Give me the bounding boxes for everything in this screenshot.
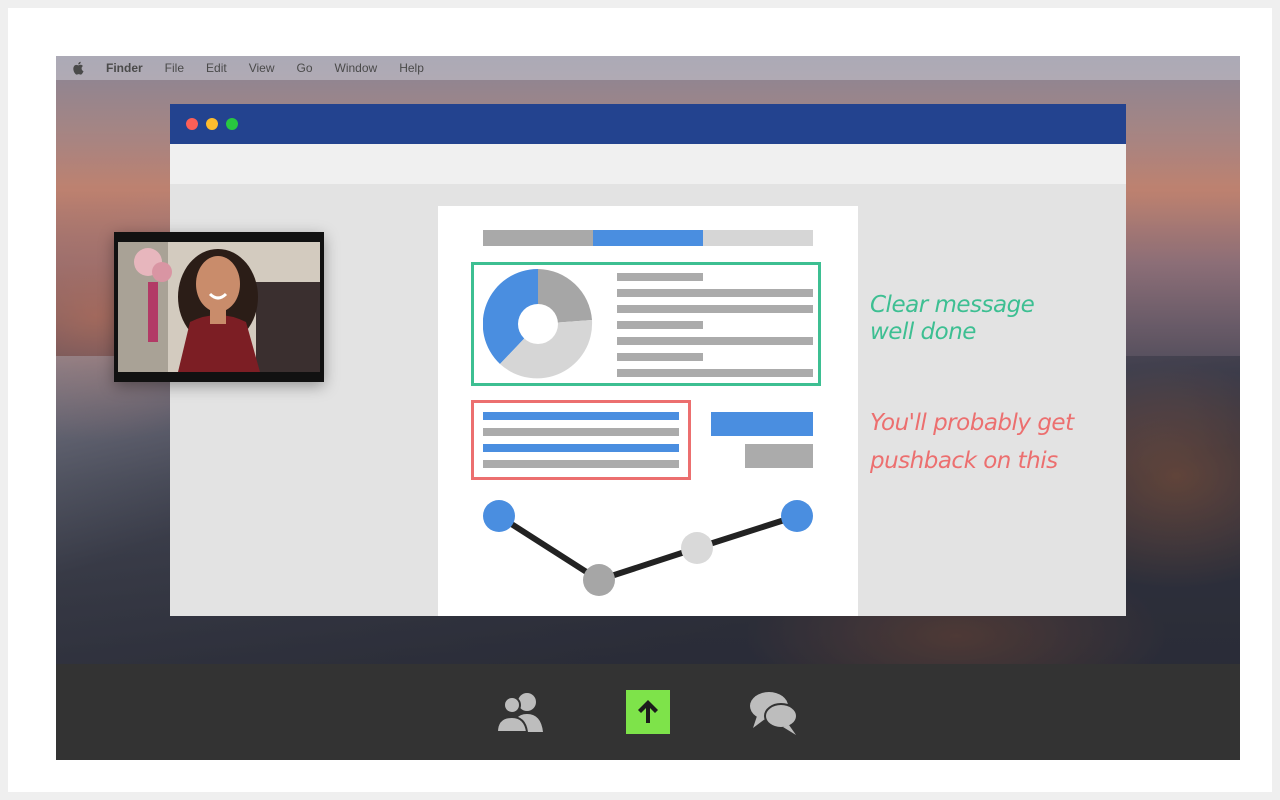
text-line xyxy=(617,337,813,345)
text-line xyxy=(483,428,679,436)
text-line-blue xyxy=(483,444,679,452)
graph-point xyxy=(681,532,713,564)
participants-button[interactable] xyxy=(495,690,547,739)
menu-view[interactable]: View xyxy=(249,61,275,75)
menu-help[interactable]: Help xyxy=(399,61,424,75)
text-line xyxy=(483,460,679,468)
document-page xyxy=(438,206,858,616)
annotation-bad-line1: You'll probably get xyxy=(870,410,1074,436)
menu-file[interactable]: File xyxy=(165,61,184,75)
text-line xyxy=(617,305,813,313)
text-line xyxy=(617,353,703,361)
line-graph xyxy=(483,500,813,596)
participant-video-feed xyxy=(118,242,320,372)
share-screen-icon xyxy=(638,700,658,723)
doc-button-primary xyxy=(711,412,813,436)
chat-icon xyxy=(750,692,798,735)
text-line xyxy=(617,289,813,297)
doc-button-secondary xyxy=(745,444,813,468)
menu-window[interactable]: Window xyxy=(335,61,378,75)
close-window-button[interactable] xyxy=(186,118,198,130)
annotation-good-line1: Clear message xyxy=(870,292,1035,318)
participants-icon xyxy=(495,693,543,733)
text-line-blue xyxy=(483,412,679,420)
graph-point xyxy=(483,500,515,532)
annotation-bad: You'll probably get pushback on this xyxy=(870,404,1074,480)
graph-point xyxy=(583,564,615,596)
annotation-good-line2: well done xyxy=(870,319,976,345)
annotation-good: Clear message well done xyxy=(870,292,1035,346)
text-line xyxy=(617,369,813,377)
annotation-bad-line2: pushback on this xyxy=(870,448,1058,474)
window-titlebar xyxy=(170,104,1126,144)
chat-button[interactable] xyxy=(749,690,799,741)
text-line xyxy=(617,321,703,329)
shared-screen: Finder File Edit View Go Window Help Cle… xyxy=(56,56,1240,760)
window-toolbar xyxy=(170,144,1126,184)
menu-bar: Finder File Edit View Go Window Help xyxy=(56,56,1240,80)
share-screen-button[interactable] xyxy=(626,690,670,734)
participant-video-tile[interactable] xyxy=(114,232,324,382)
menu-edit[interactable]: Edit xyxy=(206,61,227,75)
graph-point xyxy=(781,500,813,532)
pie-chart xyxy=(483,269,593,379)
doc-header-segment xyxy=(483,230,593,246)
zoom-window-button[interactable] xyxy=(226,118,238,130)
text-line xyxy=(617,273,703,281)
meeting-controls-bar xyxy=(56,664,1240,760)
doc-header-segment xyxy=(703,230,813,246)
apple-icon[interactable] xyxy=(72,61,84,75)
menu-go[interactable]: Go xyxy=(297,61,313,75)
outer-frame: Finder File Edit View Go Window Help Cle… xyxy=(8,8,1272,792)
minimize-window-button[interactable] xyxy=(206,118,218,130)
participant-video-image xyxy=(118,242,320,372)
menu-app-name[interactable]: Finder xyxy=(106,61,143,75)
doc-header-segment-active xyxy=(593,230,703,246)
